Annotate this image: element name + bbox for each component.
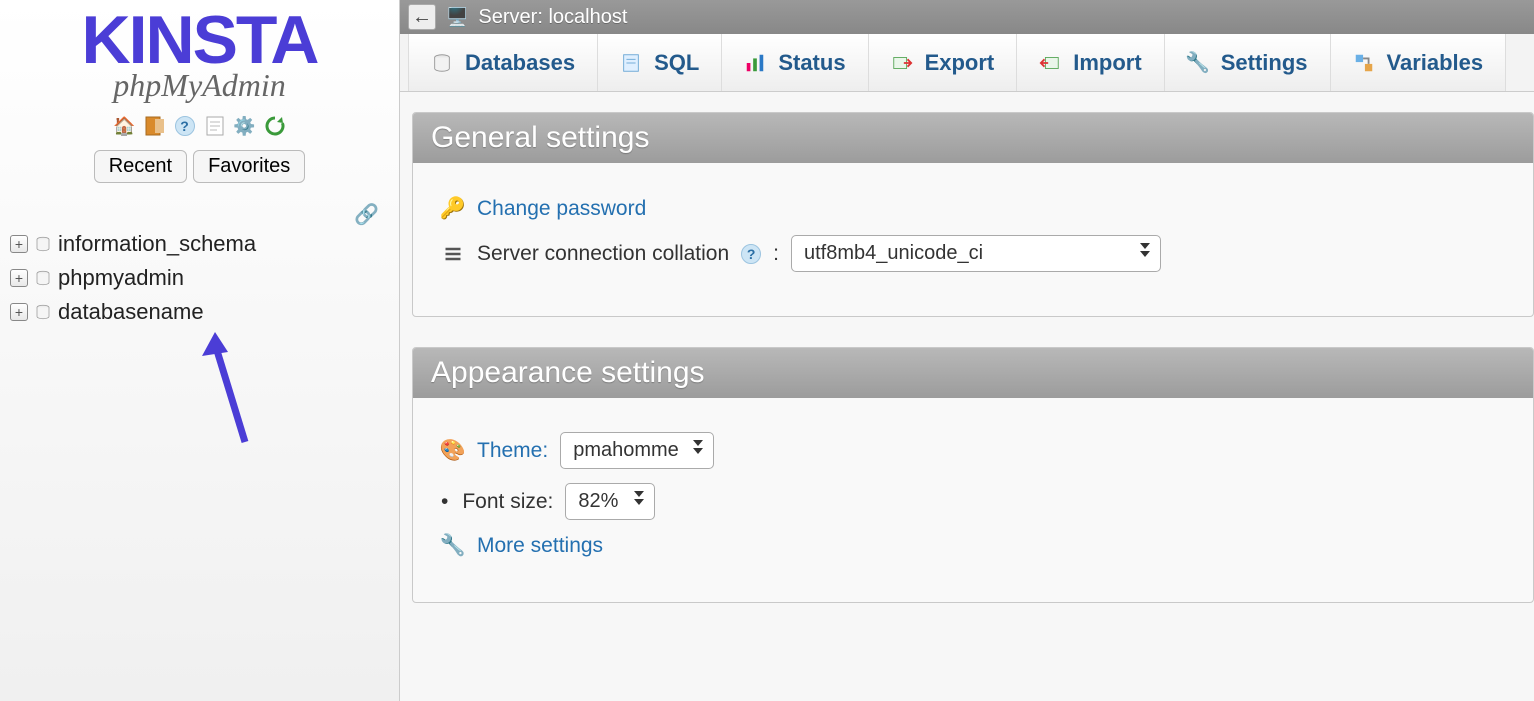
collation-label: Server connection collation xyxy=(477,242,729,266)
tree-item-label: databasename xyxy=(58,299,204,325)
recent-tab[interactable]: Recent xyxy=(94,150,187,183)
top-bar: ← 🖥️ Server: localhost xyxy=(400,0,1534,34)
sidebar: KInSTa phpMyAdmin 🏠 ? ⚙️ Recent Favorite… xyxy=(0,0,400,701)
tree-item-databasename[interactable]: + databasename xyxy=(8,295,389,329)
tree-item-label: information_schema xyxy=(58,231,256,257)
sidebar-mini-icons: 🏠 ? ⚙️ xyxy=(113,114,287,138)
tab-status[interactable]: Status xyxy=(722,34,868,91)
tab-settings[interactable]: 🔧 Settings xyxy=(1165,34,1331,91)
gear-icon[interactable]: ⚙️ xyxy=(233,114,257,138)
wrench-icon: 🔧 xyxy=(441,534,465,558)
expand-icon[interactable]: + xyxy=(10,303,28,321)
tab-export[interactable]: Export xyxy=(869,34,1018,91)
collation-value: utf8mb4_unicode_ci xyxy=(804,242,983,264)
database-icon xyxy=(34,303,52,321)
database-tree: + information_schema + phpmyadmin + data… xyxy=(0,227,399,329)
expand-icon[interactable]: + xyxy=(10,235,28,253)
theme-select[interactable]: pmahomme xyxy=(560,432,714,469)
tree-item-phpmyadmin[interactable]: + phpmyadmin xyxy=(8,261,389,295)
tab-label: Status xyxy=(778,50,845,76)
server-icon: 🖥️ xyxy=(446,7,468,28)
status-icon xyxy=(744,52,766,74)
home-icon[interactable]: 🏠 xyxy=(113,114,137,138)
sidebar-tabs: Recent Favorites xyxy=(94,150,306,183)
change-password-row: 🔑 Change password xyxy=(441,197,1505,221)
font-size-select[interactable]: 82% xyxy=(565,483,655,520)
font-size-label: Font size: xyxy=(441,490,553,514)
back-button[interactable]: ← xyxy=(408,4,436,30)
import-icon xyxy=(1039,52,1061,74)
lock-icon: 🔑 xyxy=(441,197,465,221)
phpmyadmin-subtitle: phpMyAdmin xyxy=(20,67,379,104)
main-content: ← 🖥️ Server: localhost Databases SQL xyxy=(400,0,1534,701)
more-settings-row: 🔧 More settings xyxy=(441,534,1505,558)
panel-title: General settings xyxy=(413,113,1533,163)
database-icon xyxy=(431,52,453,74)
reload-icon[interactable] xyxy=(263,114,287,138)
panel-title: Appearance settings xyxy=(413,348,1533,398)
help-icon[interactable]: ? xyxy=(741,244,761,264)
kinsta-logo: KInSTa xyxy=(20,10,379,71)
annotation-arrow-icon xyxy=(200,332,270,452)
tab-label: SQL xyxy=(654,50,699,76)
list-icon xyxy=(441,242,465,266)
help-icon[interactable]: ? xyxy=(173,114,197,138)
tab-label: Variables xyxy=(1387,50,1484,76)
sql-icon xyxy=(620,52,642,74)
theme-row: 🎨 Theme: pmahomme xyxy=(441,432,1505,469)
tab-variables[interactable]: Variables xyxy=(1331,34,1507,91)
expand-icon[interactable]: + xyxy=(10,269,28,287)
exit-icon[interactable] xyxy=(143,114,167,138)
export-icon xyxy=(891,52,913,74)
tab-label: Databases xyxy=(465,50,575,76)
tab-databases[interactable]: Databases xyxy=(408,34,598,91)
palette-icon: 🎨 xyxy=(441,439,465,463)
server-label: Server: localhost xyxy=(478,6,627,29)
tree-item-label: phpmyadmin xyxy=(58,265,184,291)
database-icon xyxy=(34,235,52,253)
variables-icon xyxy=(1353,52,1375,74)
appearance-settings-panel: Appearance settings 🎨 Theme: pmahomme Fo… xyxy=(412,347,1534,603)
favorites-tab[interactable]: Favorites xyxy=(193,150,305,183)
tab-sql[interactable]: SQL xyxy=(598,34,722,91)
tab-label: Import xyxy=(1073,50,1141,76)
nav-tabs: Databases SQL Status Export xyxy=(400,34,1534,92)
tab-import[interactable]: Import xyxy=(1017,34,1164,91)
logo-area: KInSTa phpMyAdmin xyxy=(0,0,399,104)
tab-label: Settings xyxy=(1221,50,1308,76)
collation-row: Server connection collation ? : utf8mb4_… xyxy=(441,235,1505,272)
collation-select[interactable]: utf8mb4_unicode_ci xyxy=(791,235,1161,272)
font-size-value: 82% xyxy=(578,490,618,512)
more-settings-link[interactable]: More settings xyxy=(477,534,603,558)
tab-label: Export xyxy=(925,50,995,76)
theme-label[interactable]: Theme: xyxy=(477,439,548,463)
change-password-link[interactable]: Change password xyxy=(477,197,646,221)
panels-area: General settings 🔑 Change password Serve… xyxy=(400,92,1534,633)
sql-doc-icon[interactable] xyxy=(203,114,227,138)
link-icon[interactable]: 🔗 xyxy=(354,202,379,227)
tree-item-info-schema[interactable]: + information_schema xyxy=(8,227,389,261)
theme-value: pmahomme xyxy=(573,439,679,461)
font-size-row: Font size: 82% xyxy=(441,483,1505,520)
wrench-icon: 🔧 xyxy=(1187,52,1209,74)
general-settings-panel: General settings 🔑 Change password Serve… xyxy=(412,112,1534,317)
colon: : xyxy=(773,242,779,266)
database-icon xyxy=(34,269,52,287)
